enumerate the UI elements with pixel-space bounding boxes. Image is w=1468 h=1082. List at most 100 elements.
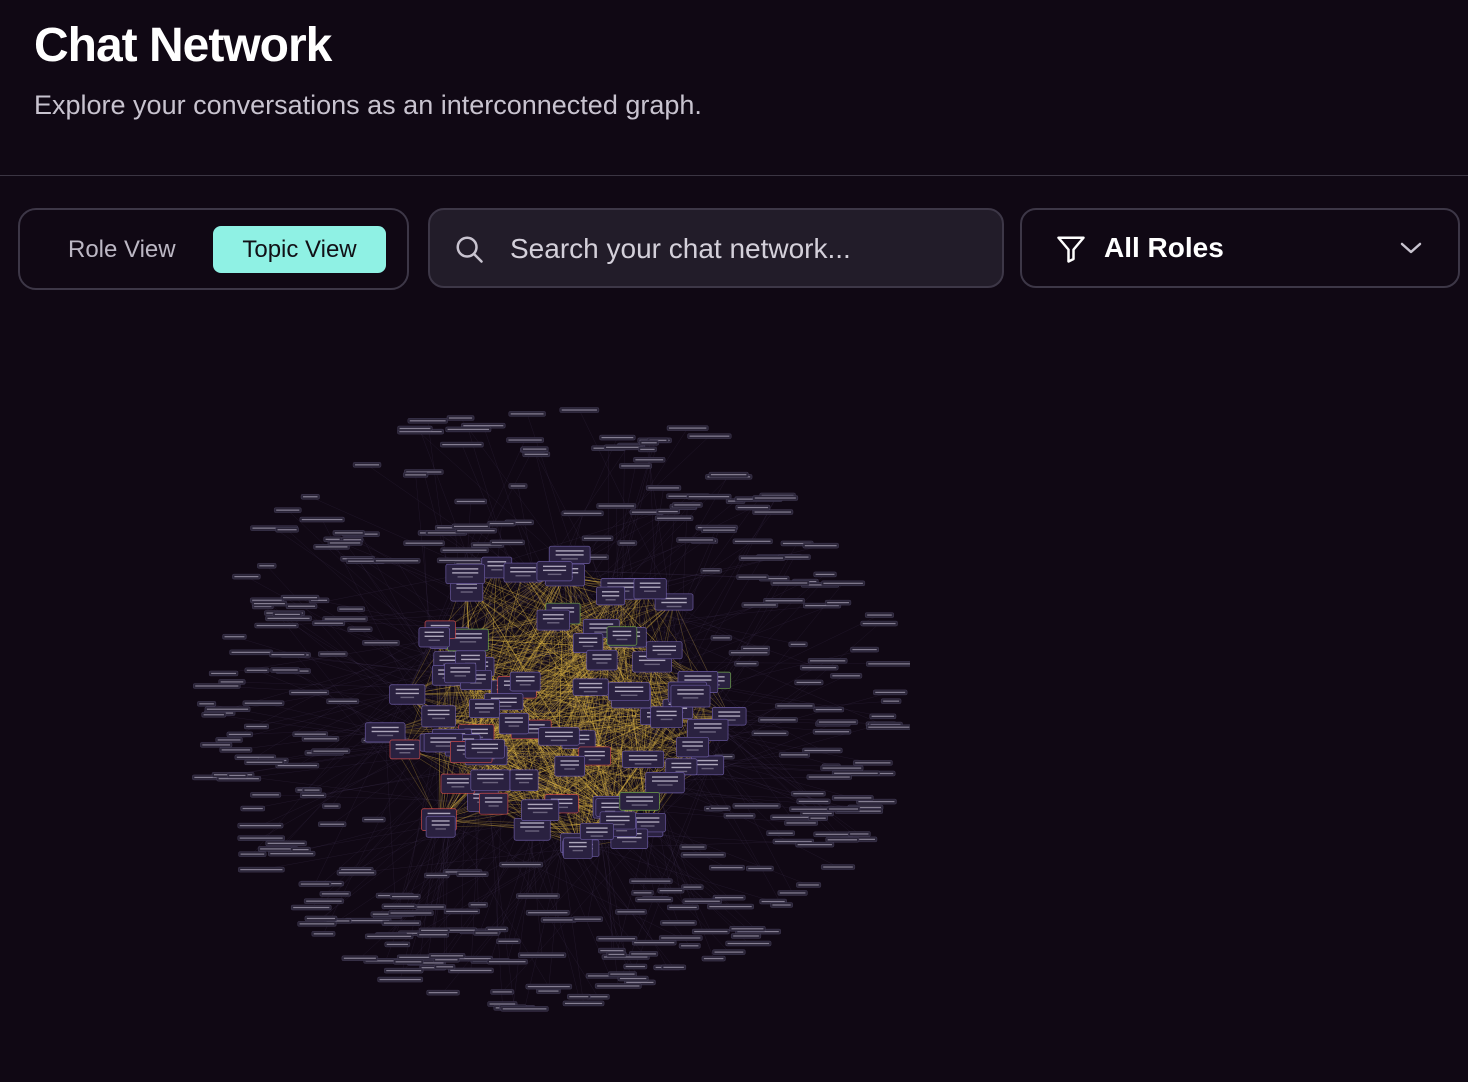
graph-node-label [608, 953, 625, 956]
graph-node-label [457, 530, 495, 532]
graph-node-label [439, 559, 480, 562]
graph-node-label [648, 487, 679, 489]
graph-topic-node-label [614, 690, 644, 693]
graph-node-label [569, 996, 589, 998]
graph-node-label [428, 992, 458, 994]
graph-node-label [329, 542, 361, 544]
graph-node-label [301, 518, 343, 521]
graph-node-label [447, 428, 490, 431]
graph-node-label [523, 448, 547, 450]
graph-topic-node [645, 771, 685, 794]
graph-node-label [694, 930, 728, 933]
graph-node-label [492, 541, 523, 544]
graph-topic-node-label [515, 575, 531, 577]
graph-topic-node-label [452, 572, 479, 574]
graph-node-label [211, 672, 237, 675]
graph-node-label [339, 608, 363, 610]
graph-node-label [683, 886, 702, 888]
graph-node-label [435, 959, 458, 961]
graph-topic-node-label [450, 671, 471, 673]
graph-topic-node [445, 563, 485, 584]
graph-topic-node-label [451, 786, 465, 788]
graph-node-label [772, 904, 791, 906]
graph-topic-node-label [589, 623, 614, 625]
graph-node-label [338, 872, 375, 874]
graph-node-label [858, 800, 895, 803]
graph-node-label [442, 444, 482, 446]
graph-topic-node-label [686, 749, 699, 751]
graph-topic-node-label [612, 630, 632, 633]
graph-node-label [271, 653, 305, 656]
graph-topic-node-label [682, 745, 703, 747]
graph-node-label [430, 955, 464, 957]
chat-network-graph[interactable] [190, 390, 910, 1020]
graph-node-label [688, 496, 730, 498]
graph-node-label [453, 525, 488, 527]
graph-topic-node-label [718, 715, 741, 717]
graph-node-label [306, 917, 336, 920]
graph-node-label [240, 869, 283, 871]
graph-topic-node [650, 706, 683, 729]
graph-node-label [823, 582, 863, 584]
page-subtitle: Explore your conversations as an interco… [34, 90, 702, 120]
role-filter-value: All Roles [1104, 232, 1224, 263]
graph-topic-node-label [638, 659, 666, 662]
graph-topic-node [418, 627, 450, 648]
graph-topic-node-label [584, 750, 605, 753]
graph-node-label [804, 545, 837, 547]
page-header: Chat Network Explore your conversations … [0, 0, 1468, 176]
graph-topic-node-label [560, 764, 579, 766]
graph-topic-node-label [427, 713, 450, 716]
graph-node-label [781, 754, 808, 756]
graph-node-label [314, 622, 343, 624]
graph-topic-node-label [508, 725, 520, 727]
graph-topic-node-label [671, 766, 692, 769]
graph-topic-node-label [697, 759, 718, 762]
graph-topic-node-label [435, 828, 446, 830]
topic-view-button[interactable]: Topic View [213, 226, 386, 273]
role-filter-dropdown[interactable]: All Roles [1020, 208, 1460, 288]
graph-topic-node-label [477, 773, 504, 776]
graph-node-label [802, 667, 837, 669]
graph-node-label [328, 700, 357, 702]
graph-node-label [883, 700, 900, 702]
graph-node-label [711, 867, 743, 869]
search-input[interactable] [510, 226, 980, 272]
graph-topic-node-label [395, 692, 419, 695]
graph-node-label [498, 940, 519, 942]
graph-node-label [390, 912, 432, 914]
graph-topic-node-label [515, 773, 533, 776]
graph-node-label [743, 604, 776, 606]
graph-topic-node-label [578, 637, 598, 639]
graph-node-label [527, 985, 570, 988]
graph-topic-node [633, 578, 667, 600]
graph-node-label [236, 756, 274, 758]
graph-node-label [634, 942, 675, 944]
graph-topic-node-label [542, 565, 567, 568]
graph-topic-node-label [626, 796, 654, 798]
graph-topic-node-label [579, 686, 603, 689]
graph-node-label [303, 496, 318, 498]
graph-node-label [684, 900, 720, 902]
graph-node-label [518, 895, 558, 897]
graph-node-label [244, 702, 283, 704]
graph-node-label [662, 922, 695, 924]
graph-node-label [456, 500, 485, 503]
graph-topic-node-label [459, 641, 477, 643]
graph-topic-node-label [551, 607, 575, 609]
graph-topic-node-label [596, 662, 608, 664]
graph-topic-node-label [560, 760, 579, 762]
graph-node-label [383, 905, 415, 907]
graph-node-label [871, 715, 894, 717]
graph-node-label [855, 762, 891, 764]
role-view-button[interactable]: Role View [52, 226, 202, 273]
graph-node-label [274, 613, 300, 616]
graph-topic-node-label [602, 591, 620, 593]
graph-node-label [736, 663, 757, 665]
graph-node-label [364, 818, 384, 821]
graph-topic-node-label [682, 741, 703, 743]
graph-topic-node-label [671, 762, 692, 765]
graph-node-label [786, 822, 816, 824]
graph-topic-node-label [454, 675, 467, 677]
graph-topic-node [389, 739, 421, 760]
